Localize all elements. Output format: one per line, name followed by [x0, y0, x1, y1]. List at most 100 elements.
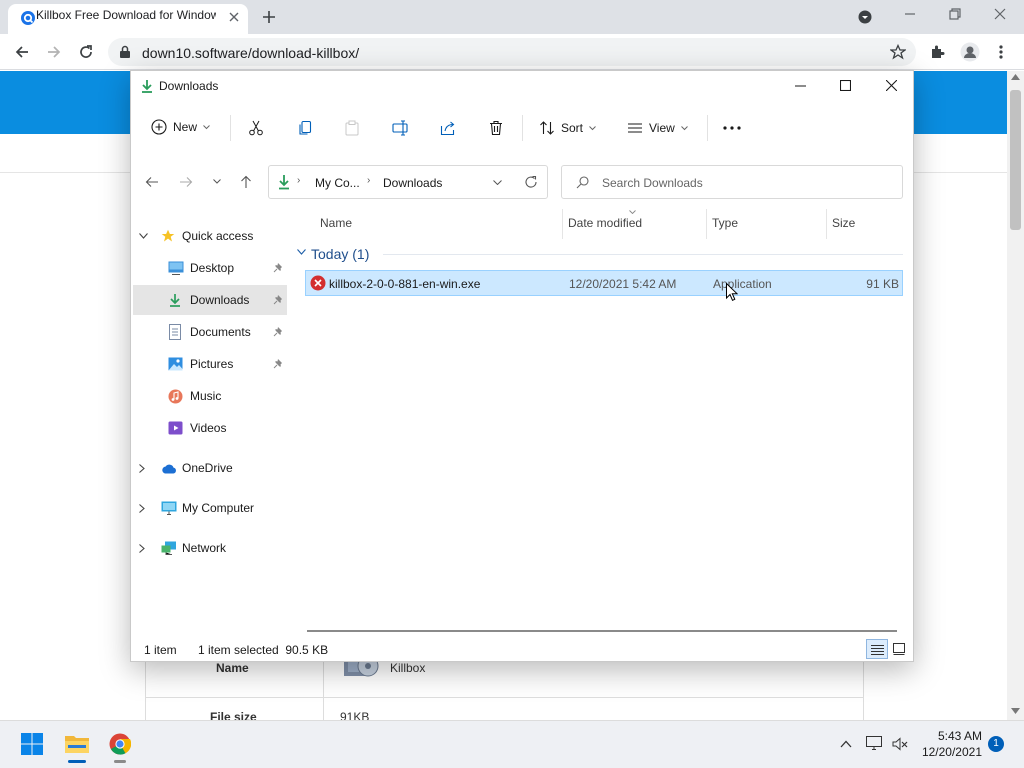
delete-icon[interactable] — [488, 120, 504, 136]
group-header[interactable]: Today (1) — [311, 246, 369, 262]
info-label-name: Name — [216, 661, 249, 675]
column-name[interactable]: Name — [320, 216, 352, 230]
minimize-window-icon[interactable] — [795, 85, 806, 87]
sort-arrows-icon — [539, 120, 555, 136]
column-divider[interactable] — [562, 209, 563, 239]
back-icon[interactable] — [14, 44, 30, 60]
file-row[interactable]: killbox-2-0-0-881-en-win.exe 12/20/2021 … — [305, 270, 903, 296]
search-input[interactable]: Search Downloads — [561, 165, 903, 199]
page-scroll-thumb[interactable] — [1010, 90, 1021, 230]
scroll-up-icon[interactable] — [1011, 74, 1020, 80]
maximize-window-icon[interactable] — [840, 80, 851, 91]
crumb-downloads[interactable]: Downloads — [383, 176, 442, 190]
sort-label: Sort — [561, 121, 584, 135]
chrome-taskbar-icon[interactable] — [109, 733, 131, 755]
reload-icon[interactable] — [78, 44, 94, 60]
pictures-icon — [168, 357, 183, 371]
pin-icon[interactable] — [273, 295, 283, 305]
pin-icon[interactable] — [273, 327, 283, 337]
nav-label: Pictures — [190, 357, 234, 371]
details-view-icon — [871, 644, 884, 655]
nav-item-pictures[interactable]: Pictures — [133, 349, 287, 379]
volume-muted-icon[interactable] — [892, 737, 908, 751]
nav-item-downloads[interactable]: Downloads — [133, 285, 287, 315]
nav-onedrive[interactable]: OneDrive — [139, 453, 285, 483]
paste-icon[interactable] — [344, 120, 360, 136]
column-size[interactable]: Size — [832, 216, 855, 230]
nav-label: Desktop — [190, 261, 235, 275]
notification-badge[interactable]: 1 — [988, 736, 1004, 752]
minimize-browser-icon[interactable] — [904, 12, 916, 16]
network-tray-icon[interactable] — [866, 736, 882, 750]
sort-button[interactable]: Sort — [539, 120, 596, 136]
browser-menu-icon[interactable] — [999, 44, 1003, 60]
nav-label: Documents — [190, 325, 251, 339]
address-dropdown-icon[interactable] — [493, 180, 502, 185]
nav-my-computer[interactable]: My Computer — [139, 493, 285, 523]
show-hidden-icons-icon[interactable] — [840, 740, 852, 748]
file-name[interactable]: killbox-2-0-0-881-en-win.exe — [329, 277, 480, 291]
clock-date[interactable]: 12/20/2021 — [912, 745, 982, 759]
nav-item-documents[interactable]: Documents — [133, 317, 287, 347]
close-window-icon[interactable] — [886, 80, 897, 91]
pin-icon[interactable] — [273, 263, 283, 273]
more-options-icon[interactable] — [723, 126, 741, 130]
recent-locations-icon[interactable] — [213, 179, 221, 184]
nav-quick-access[interactable]: Quick access — [139, 221, 285, 251]
view-button[interactable]: View — [627, 120, 688, 136]
file-explorer-window[interactable]: Downloads New Sort View › My Co... › Dow… — [130, 70, 914, 662]
chevron-expanded-icon[interactable] — [139, 233, 153, 239]
nav-item-music[interactable]: Music — [133, 381, 287, 411]
column-divider[interactable] — [706, 209, 707, 239]
group-collapse-icon[interactable] — [297, 249, 306, 255]
tab-search-icon[interactable] — [858, 10, 872, 24]
extensions-icon[interactable] — [929, 44, 945, 60]
forward-arrow-icon[interactable] — [179, 175, 193, 189]
share-icon[interactable] — [440, 120, 456, 136]
file-explorer-taskbar-icon[interactable] — [64, 733, 90, 755]
profile-avatar-icon[interactable] — [960, 42, 980, 62]
pin-icon[interactable] — [273, 359, 283, 369]
close-tab-icon[interactable] — [228, 11, 240, 23]
copy-icon[interactable] — [297, 120, 313, 136]
start-windows-icon[interactable] — [21, 733, 43, 755]
cut-icon[interactable] — [248, 120, 264, 136]
horizontal-scrollbar[interactable] — [307, 630, 897, 632]
downloads-title-icon — [140, 79, 154, 93]
restore-browser-icon[interactable] — [949, 8, 961, 20]
column-date-modified[interactable]: Date modified — [568, 216, 642, 230]
new-button[interactable]: New — [151, 119, 210, 135]
chevron-right-icon[interactable] — [139, 543, 153, 553]
window-title: Downloads — [159, 79, 219, 93]
breadcrumb[interactable]: › My Co... › Downloads — [268, 165, 548, 199]
new-tab-icon[interactable] — [262, 10, 276, 24]
status-bar: 1 item 1 item selected 90.5 KB — [131, 637, 913, 661]
rename-icon[interactable] — [392, 120, 409, 136]
view-label: View — [649, 121, 675, 135]
clock-time[interactable]: 5:43 AM — [922, 729, 982, 743]
close-browser-icon[interactable] — [994, 8, 1006, 20]
column-type[interactable]: Type — [712, 216, 738, 230]
forward-icon[interactable] — [46, 44, 62, 60]
search-icon — [576, 176, 589, 189]
column-divider[interactable] — [826, 209, 827, 239]
nav-item-desktop[interactable]: Desktop — [133, 253, 287, 283]
url-text[interactable]: down10.software/download-killbox/ — [142, 45, 359, 61]
lock-icon[interactable] — [119, 45, 131, 59]
computer-icon — [161, 501, 177, 515]
up-arrow-icon[interactable] — [239, 175, 253, 189]
crumb-my-computer[interactable]: My Co... — [315, 176, 360, 190]
scroll-down-icon[interactable] — [1011, 708, 1020, 714]
back-arrow-icon[interactable] — [145, 175, 159, 189]
tiles-view-icon[interactable] — [893, 643, 905, 655]
nav-item-videos[interactable]: Videos — [133, 413, 287, 443]
nav-network[interactable]: Network — [139, 533, 285, 563]
item-count: 1 item — [144, 643, 177, 657]
chevron-right-icon[interactable] — [139, 463, 153, 473]
tab-title: Killbox Free Download for Windows — [36, 8, 216, 22]
details-view-button[interactable] — [866, 639, 888, 659]
refresh-icon[interactable] — [524, 175, 538, 189]
site-favicon-icon — [20, 10, 36, 26]
chevron-right-icon[interactable] — [139, 503, 153, 513]
bookmark-star-icon[interactable] — [890, 44, 906, 60]
